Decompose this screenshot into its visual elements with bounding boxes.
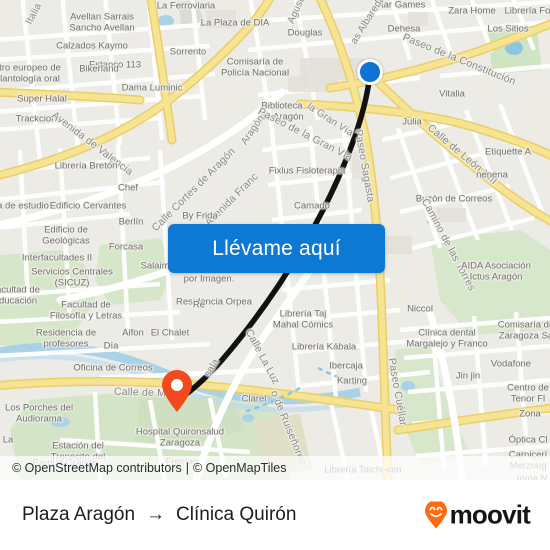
origin-dot[interactable] [357, 59, 383, 85]
take-me-here-button[interactable]: Llévame aquí [168, 224, 385, 273]
route-summary: Plaza Aragón → Clínica Quirón [22, 504, 296, 526]
map-attribution: © OpenStreetMap contributors | © OpenMap… [0, 456, 550, 480]
arrow-right-icon: → [146, 504, 166, 525]
moovit-pin-icon [424, 501, 447, 528]
attribution-separator: | [185, 461, 189, 475]
route-destination-label: Clínica Quirón [176, 504, 297, 525]
take-me-here-label: Llévame aquí [212, 236, 341, 260]
osm-attribution-link[interactable]: © OpenStreetMap contributors [12, 461, 182, 475]
route-origin-label: Plaza Aragón [22, 504, 136, 525]
moovit-logo[interactable]: moovit [423, 499, 531, 531]
moovit-wordmark: moovit [449, 499, 531, 530]
openmaptiles-attribution-link[interactable]: © OpenMapTiles [193, 461, 287, 475]
moovit-route-map-screenshot: Italia La Ferroviaria Star Games Zara Home L… [0, 0, 550, 550]
footer-bar: Plaza Aragón → Clínica Quirón moovit [0, 480, 550, 550]
map-canvas[interactable]: Italia La Ferroviaria Star Games Zara Home L… [0, 0, 550, 480]
destination-pin[interactable] [160, 369, 194, 418]
